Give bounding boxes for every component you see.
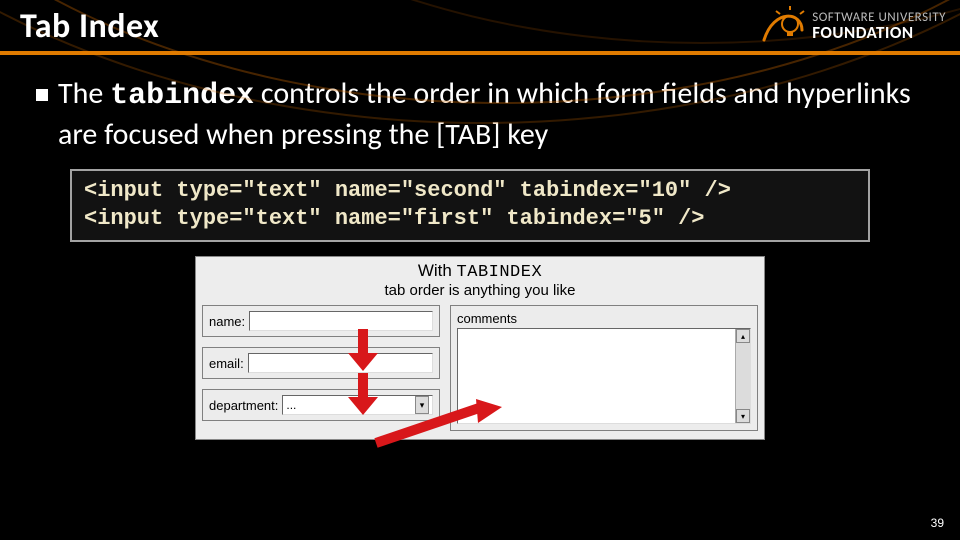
code-line2: <input type="text" name="first" tabindex… bbox=[84, 206, 705, 231]
logo-line2: FOUNDATION bbox=[812, 24, 946, 41]
figure-body: name: email: department: ... ▾ bbox=[202, 305, 758, 431]
bullet-pre: The bbox=[58, 75, 110, 112]
logo: SOFTWARE UNIVERSITY FOUNDATION bbox=[760, 6, 946, 46]
dropdown-icon: ▾ bbox=[415, 396, 429, 414]
tabindex-figure: With TABINDEX tab order is anything you … bbox=[195, 256, 765, 440]
scroll-up-icon: ▴ bbox=[736, 329, 750, 343]
figure-textarea bbox=[457, 328, 751, 424]
figure-input-email bbox=[248, 353, 433, 373]
bullet-square-icon bbox=[36, 89, 48, 101]
bullet-key: [TAB] bbox=[436, 116, 500, 153]
content-area: The tabindex controls the order in which… bbox=[0, 55, 960, 440]
figure-label-name: name: bbox=[209, 314, 245, 329]
figure-left-column: name: email: department: ... ▾ bbox=[202, 305, 440, 431]
logo-text: SOFTWARE UNIVERSITY FOUNDATION bbox=[812, 11, 946, 41]
code-block: <input type="text" name="second" tabinde… bbox=[70, 169, 870, 242]
figure-input-name bbox=[249, 311, 433, 331]
figure-label-email: email: bbox=[209, 356, 244, 371]
figure-scrollbar: ▴ ▾ bbox=[735, 329, 750, 423]
bullet-code: tabindex bbox=[110, 79, 254, 113]
bullet-text: The tabindex controls the order in which… bbox=[58, 75, 924, 153]
figure-title-code: TABINDEX bbox=[457, 263, 543, 282]
figure-select-value: ... bbox=[286, 398, 415, 412]
code-line1: <input type="text" name="second" tabinde… bbox=[84, 178, 731, 203]
figure-select-department: ... ▾ bbox=[282, 395, 433, 415]
bullet-item: The tabindex controls the order in which… bbox=[36, 75, 924, 153]
figure-row-email: email: bbox=[202, 347, 440, 379]
figure-title-pre: With bbox=[418, 261, 457, 280]
figure-row-name: name: bbox=[202, 305, 440, 337]
figure-subtitle: tab order is anything you like bbox=[202, 282, 758, 299]
lightbulb-icon bbox=[760, 6, 806, 46]
figure-wrap: With TABINDEX tab order is anything you … bbox=[36, 256, 924, 440]
figure-right-column: comments ▴ ▾ bbox=[450, 305, 758, 431]
page-number: 39 bbox=[931, 516, 944, 530]
figure-label-department: department: bbox=[209, 398, 278, 413]
figure-label-comments: comments bbox=[457, 311, 517, 326]
bullet-post: key bbox=[500, 116, 548, 153]
figure-title: With TABINDEX bbox=[202, 261, 758, 282]
figure-row-department: department: ... ▾ bbox=[202, 389, 440, 421]
title-bar: Tab Index SOFTWARE UNIVERSITY FOUNDATION bbox=[0, 0, 960, 55]
scroll-down-icon: ▾ bbox=[736, 409, 750, 423]
